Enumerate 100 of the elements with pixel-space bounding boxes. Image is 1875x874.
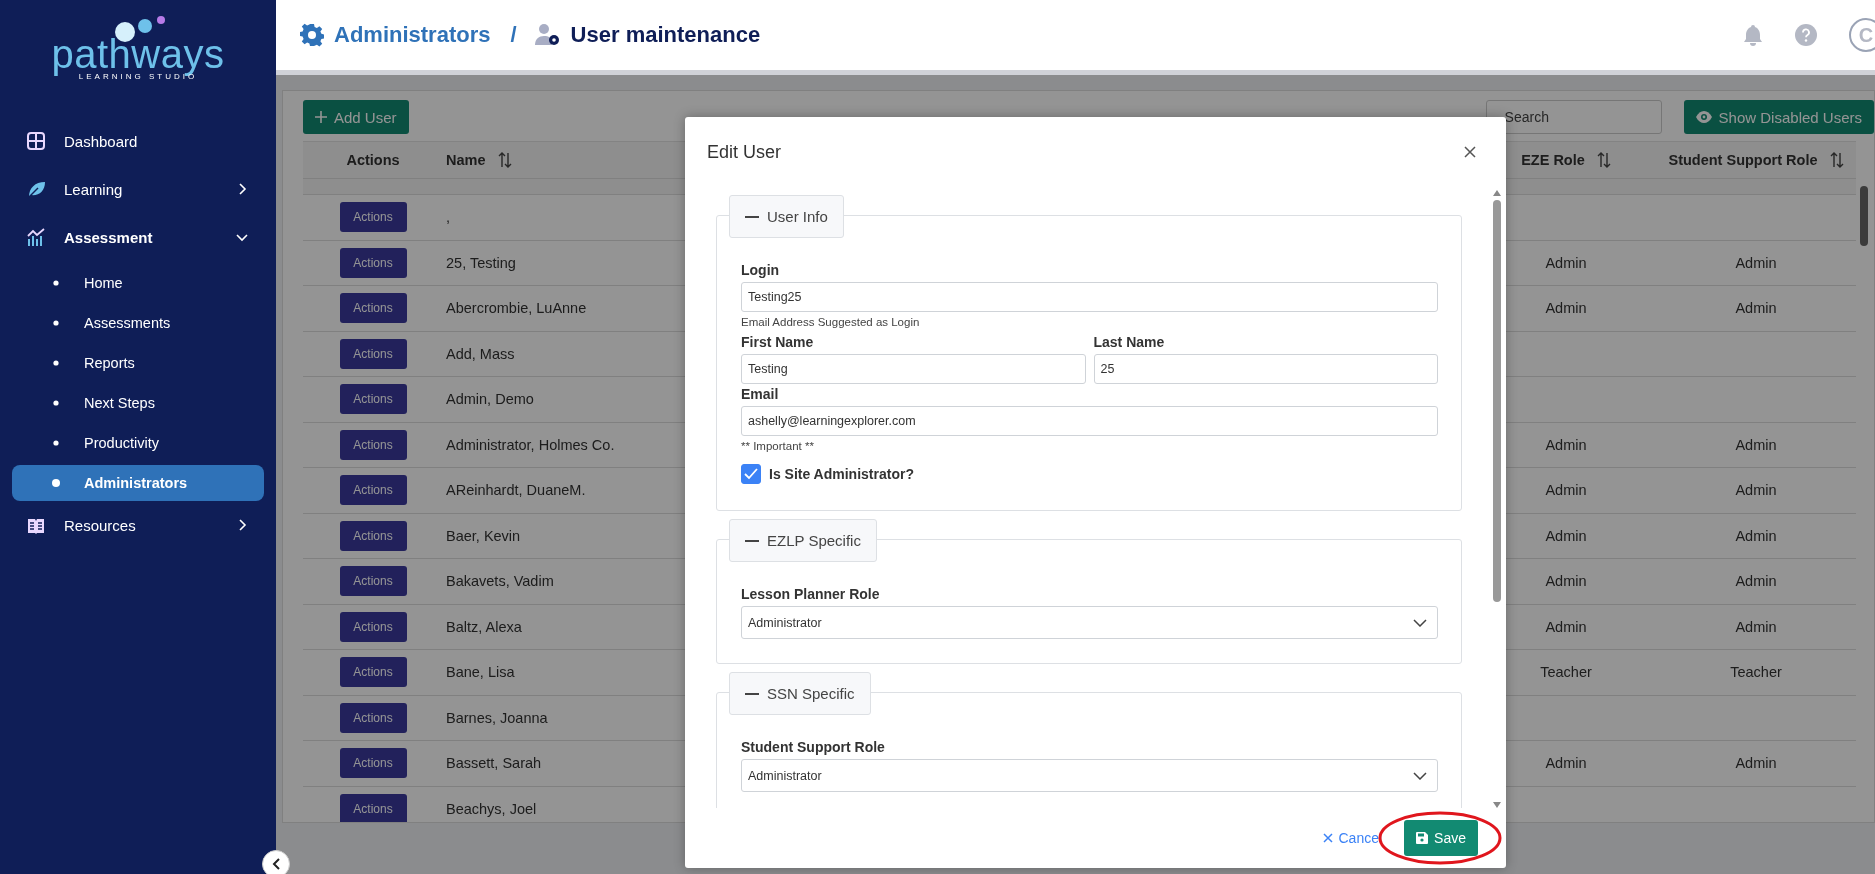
checkbox[interactable]	[741, 464, 761, 484]
nav-item[interactable]: Dashboard	[12, 121, 264, 161]
name-cell: Abercrombie, LuAnne	[446, 300, 587, 317]
section-toggle[interactable]: EZLP Specific	[729, 519, 877, 562]
chevron-down-icon	[1413, 771, 1427, 780]
name-cell: Admin, Demo	[446, 391, 534, 408]
role-cell: Admin	[1545, 436, 1587, 453]
save-button[interactable]: Save	[1404, 820, 1478, 856]
input-field[interactable]: 25	[1093, 354, 1438, 384]
sort-icon	[497, 152, 512, 168]
chevron-down-icon	[1413, 618, 1427, 627]
role-cell: Admin	[1735, 618, 1777, 635]
column-header[interactable]: Student Support Role	[1668, 152, 1818, 168]
bullet-icon	[52, 279, 60, 287]
role-cell: Teacher	[1730, 664, 1782, 681]
bullet-icon	[52, 319, 60, 327]
breadcrumb-separator: /	[510, 22, 517, 48]
scrollbar[interactable]	[1492, 190, 1502, 808]
field-label: Email	[741, 385, 780, 404]
name-cell: Barnes, Joanna	[446, 709, 548, 726]
input-field[interactable]: ashelly@learningexplorer.com	[741, 406, 1438, 436]
role-cell: Admin	[1545, 618, 1587, 635]
actions-button[interactable]: Actions	[339, 202, 407, 233]
bullet-icon	[52, 479, 60, 487]
close-icon	[1464, 146, 1476, 158]
role-cell: Admin	[1545, 527, 1587, 544]
actions-button[interactable]: Actions	[339, 702, 407, 733]
nav-subitem[interactable]: Administrators	[12, 465, 264, 501]
bullet-icon	[52, 359, 60, 367]
nav-subitem[interactable]: Productivity	[12, 425, 264, 461]
nav-subitem[interactable]: Home	[12, 265, 264, 301]
select-field[interactable]: Administrator	[741, 606, 1438, 639]
actions-button[interactable]: Actions	[339, 611, 407, 642]
user-gear-icon	[534, 23, 561, 47]
role-cell: Admin	[1735, 254, 1777, 271]
actions-button[interactable]: Actions	[339, 748, 407, 779]
role-cell: Admin	[1735, 300, 1777, 317]
breadcrumb-link[interactable]: Administrators	[334, 22, 491, 48]
name-cell: Bane, Lisa	[446, 664, 515, 681]
chevron-icon	[236, 519, 248, 531]
logo-wordmark: pathways	[51, 34, 225, 74]
role-cell: Admin	[1545, 755, 1587, 772]
role-cell: Admin	[1545, 300, 1587, 317]
minus-icon	[745, 215, 759, 218]
role-cell: Admin	[1735, 482, 1777, 499]
role-cell: Admin	[1545, 254, 1587, 271]
eye-icon	[1695, 111, 1712, 123]
close-icon	[1323, 833, 1334, 843]
actions-button[interactable]: Actions	[339, 247, 407, 278]
column-header: Actions	[346, 152, 400, 168]
chevron-left-icon	[272, 858, 280, 870]
name-cell: Baer, Kevin	[446, 527, 521, 544]
actions-button[interactable]: Actions	[339, 429, 407, 460]
column-header[interactable]: Name	[446, 152, 486, 168]
nav-item[interactable]: Assessment	[12, 217, 264, 257]
actions-button[interactable]: Actions	[339, 566, 407, 597]
bullet-icon	[52, 439, 60, 447]
check-icon	[744, 468, 758, 480]
select-field[interactable]: Administrator	[741, 759, 1438, 792]
nav-item[interactable]: Resources	[12, 505, 264, 545]
scroll-up-icon	[1493, 190, 1501, 196]
column-header[interactable]: EZE Role	[1521, 152, 1585, 168]
nav-item[interactable]: Learning	[12, 169, 264, 209]
minus-icon	[745, 692, 759, 695]
actions-button[interactable]: Actions	[339, 293, 407, 324]
search-field[interactable]: Search	[1485, 100, 1662, 134]
help-icon	[1795, 24, 1817, 46]
section-toggle[interactable]: User Info	[729, 195, 844, 238]
add-user-button[interactable]: Add User	[303, 100, 409, 134]
bell-icon	[1743, 24, 1763, 46]
actions-button[interactable]: Actions	[339, 338, 407, 369]
section-toggle[interactable]: SSN Specific	[729, 672, 871, 715]
chevron-icon	[236, 231, 248, 243]
minus-icon	[745, 539, 759, 542]
actions-button[interactable]: Actions	[339, 520, 407, 551]
actions-button[interactable]: Actions	[339, 793, 407, 822]
actions-button[interactable]: Actions	[339, 475, 407, 506]
role-cell: Admin	[1735, 436, 1777, 453]
role-cell: Admin	[1545, 482, 1587, 499]
field-label: First Name	[741, 333, 815, 352]
input-field[interactable]: Testing25	[741, 282, 1438, 312]
input-field[interactable]: Testing	[741, 354, 1086, 384]
nav-subitem[interactable]: Reports	[12, 345, 264, 381]
role-cell: Admin	[1735, 573, 1777, 590]
actions-button[interactable]: Actions	[339, 384, 407, 415]
name-cell: Bakavets, Vadim	[446, 573, 554, 590]
role-cell: Admin	[1545, 573, 1587, 590]
dashboard-icon	[26, 131, 46, 151]
nav-subitem[interactable]: Next Steps	[12, 385, 264, 421]
plus-icon	[315, 111, 327, 123]
role-cell: Admin	[1735, 527, 1777, 544]
nav-subitem[interactable]: Assessments	[12, 305, 264, 341]
leaf-icon	[26, 179, 46, 199]
name-cell: Beachys, Joel	[446, 800, 537, 817]
field-label: Last Name	[1093, 333, 1166, 352]
field-label: Login	[741, 261, 781, 280]
role-cell: Teacher	[1540, 664, 1592, 681]
name-cell: AReinhardt, DuaneM.	[446, 482, 586, 499]
actions-button[interactable]: Actions	[339, 657, 407, 688]
field-label: Lesson Planner Role	[741, 585, 881, 604]
